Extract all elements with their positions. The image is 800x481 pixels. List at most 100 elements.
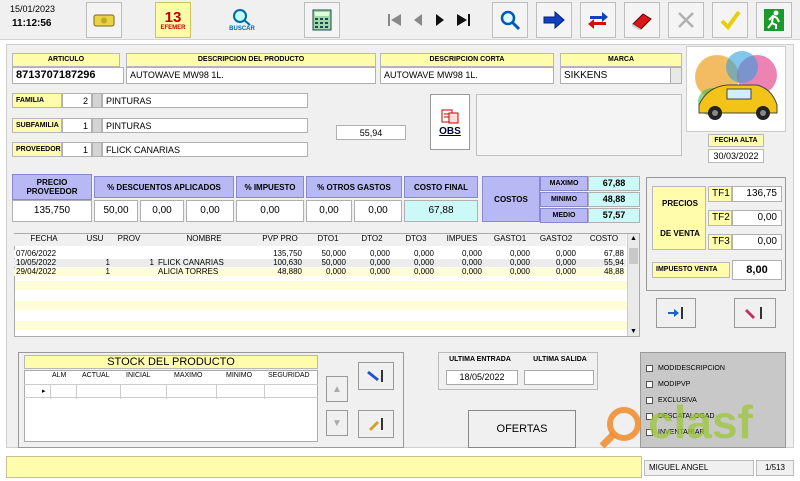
find-button[interactable] [492, 2, 528, 38]
col-dto2[interactable]: DTO2 [354, 234, 390, 243]
magnifier-watermark-icon [599, 407, 641, 449]
last-entry-field[interactable]: 18/05/2022 [446, 370, 518, 385]
first-record-button[interactable] [383, 2, 407, 38]
stock-edit-button[interactable] [358, 410, 394, 438]
supplier-lookup-button[interactable] [92, 142, 102, 157]
stock-add-button[interactable] [358, 362, 394, 390]
product-description-field[interactable]: AUTOWAVE MW98 1L. [126, 67, 376, 84]
history-row[interactable]: 29/04/2022 1 ALICIA TORRES 48,880 0,000 … [14, 268, 626, 276]
modify-description-checkbox[interactable] [646, 365, 653, 372]
forward-button[interactable] [536, 2, 572, 38]
cell: 0,000 [509, 258, 530, 267]
col-impues[interactable]: IMPUES [442, 234, 482, 243]
col-pvp-pro[interactable]: PVP PRO [256, 234, 304, 243]
discount-2-field[interactable]: 0,00 [140, 200, 184, 222]
history-row-selected[interactable]: 10/05/2022 1 1 FLICK CANARIAS 100,630 50… [14, 259, 626, 267]
col-gasto1[interactable]: GASTO1 [490, 234, 530, 243]
scroll-down-icon[interactable]: ▼ [630, 328, 637, 335]
cancel-button[interactable] [668, 2, 704, 38]
stock-row[interactable]: ▸ [24, 384, 318, 399]
cell: ALICIA TORRES [158, 267, 219, 276]
other-expense-2-field[interactable]: 0,00 [354, 200, 402, 222]
accept-button[interactable] [712, 2, 748, 38]
tax-field[interactable]: 0,00 [236, 200, 304, 222]
col-fecha[interactable]: FECHA [14, 234, 74, 243]
subfamily-lookup-button[interactable] [92, 118, 102, 133]
observations-button[interactable]: OBS [430, 94, 470, 150]
discount-3-field[interactable]: 0,00 [186, 200, 234, 222]
money-button[interactable] [86, 2, 122, 38]
sale-prices-label-2: DE VENTA [660, 229, 700, 238]
modify-pvp-label: MODIPVP [658, 381, 691, 388]
subfamily-code-field[interactable]: 1 [62, 118, 92, 133]
car-splash-image [695, 51, 778, 120]
erase-button[interactable] [624, 2, 660, 38]
tf2-price-field[interactable]: 0,00 [732, 210, 782, 226]
col-gasto2[interactable]: GASTO2 [536, 234, 576, 243]
history-scrollbar[interactable]: ▲ ▼ [627, 234, 639, 336]
tf1-price-field[interactable]: 136,75 [732, 186, 782, 202]
scroll-thumb[interactable] [629, 248, 638, 264]
offers-button[interactable]: OFERTAS [468, 410, 576, 448]
edit-price-button[interactable] [734, 298, 776, 328]
col-dto1[interactable]: DTO1 [310, 234, 346, 243]
supplier-name-field[interactable]: FLICK CANARIAS [102, 142, 308, 157]
cell: 0,000 [369, 258, 390, 267]
col-inicial[interactable]: INICIAL [126, 372, 151, 379]
col-actual[interactable]: ACTUAL [82, 372, 110, 379]
cell: 0,000 [555, 249, 576, 258]
col-alm[interactable]: ALM [52, 372, 66, 379]
watermark-text: clasf [648, 396, 753, 448]
last-record-button[interactable] [451, 2, 475, 38]
exit-button[interactable] [756, 2, 792, 38]
stock-up-button[interactable]: ▲ [326, 376, 348, 402]
family-name-field[interactable]: PINTURAS [102, 93, 308, 108]
col-usu[interactable]: USU [80, 234, 110, 243]
article-code-field[interactable]: 8713707187296 [12, 67, 124, 84]
swap-button[interactable] [580, 2, 616, 38]
col-nombre[interactable]: NOMBRE [164, 234, 244, 243]
next-record-button[interactable] [428, 2, 452, 38]
calculator-button[interactable] [304, 2, 340, 38]
first-record-icon [388, 14, 401, 26]
sale-tax-field[interactable]: 8,00 [732, 260, 782, 280]
search-product-button[interactable]: BUSCAR [224, 2, 260, 38]
observations-text[interactable] [476, 94, 682, 156]
short-description-field[interactable]: AUTOWAVE MW98 1L. [380, 67, 554, 84]
prev-record-button[interactable] [406, 2, 430, 38]
cost-min-field: 48,88 [588, 192, 640, 207]
col-seguridad[interactable]: SEGURIDAD [268, 372, 310, 379]
col-maximo[interactable]: MAXIMO [174, 372, 202, 379]
brand-dropdown-arrow[interactable] [670, 68, 681, 83]
other-expense-1-field[interactable]: 0,00 [306, 200, 352, 222]
col-prov[interactable]: PROV [114, 234, 144, 243]
history-row[interactable]: 07/06/2022 135,750 50,000 0,000 0,000 0,… [14, 250, 626, 258]
last-exit-field[interactable] [524, 370, 594, 385]
modify-pvp-checkbox[interactable] [646, 381, 653, 388]
history-grid-header: FECHA USU PROV NOMBRE PVP PRO DTO1 DTO2 … [14, 234, 626, 246]
supplier-code-field[interactable]: 1 [62, 142, 92, 157]
supplier-price-field[interactable]: 135,750 [12, 200, 92, 222]
family-code-field[interactable]: 2 [62, 93, 92, 108]
calendar-button[interactable]: 13 EFEMER [155, 2, 191, 38]
supplier-label: PROVEEDOR [12, 142, 62, 157]
subfamily-name-field[interactable]: PINTURAS [102, 118, 308, 133]
chevron-down-icon: ▼ [332, 417, 342, 429]
brand-select[interactable]: SIKKENS [560, 67, 682, 84]
family-lookup-button[interactable] [92, 93, 102, 108]
col-minimo[interactable]: MINIMO [226, 372, 252, 379]
calculator-icon [312, 9, 332, 31]
stock-down-button[interactable]: ▼ [326, 410, 348, 436]
chevron-up-icon: ▲ [332, 383, 342, 395]
tax-header: % IMPUESTO [236, 176, 304, 198]
cell: 0,000 [555, 258, 576, 267]
col-costo[interactable]: COSTO [584, 234, 624, 243]
discount-1-field[interactable]: 50,00 [94, 200, 138, 222]
col-dto3[interactable]: DTO3 [398, 234, 434, 243]
creation-date-field[interactable]: 30/03/2022 [708, 149, 764, 163]
add-price-button[interactable] [656, 298, 696, 328]
scroll-up-icon[interactable]: ▲ [630, 235, 637, 242]
tf3-price-field[interactable]: 0,00 [732, 234, 782, 250]
empty-row [15, 321, 627, 330]
aux-value-field[interactable]: 55,94 [336, 125, 406, 140]
